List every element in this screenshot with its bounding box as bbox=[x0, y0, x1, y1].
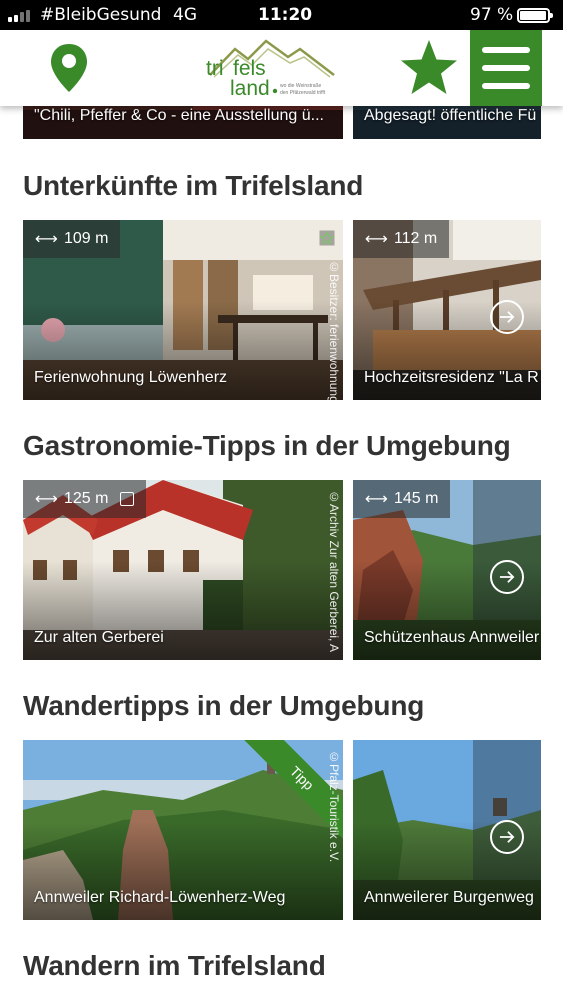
card-title: Schützenhaus Annweiler bbox=[364, 629, 540, 646]
section-title-unterkuenfte: Unterkünfte im Trifelsland bbox=[23, 170, 364, 201]
gastronomy-card[interactable]: ⟷ 145 m Schützenhaus Annweiler bbox=[353, 480, 541, 660]
next-arrow-icon[interactable] bbox=[490, 560, 524, 594]
gastronomy-card[interactable]: ⟷ 125 m ©Archiv Zur alten Gerberei, A Zu… bbox=[23, 480, 343, 660]
location-pin-icon[interactable] bbox=[49, 42, 89, 94]
favorite-star-icon[interactable] bbox=[398, 38, 460, 98]
clock: 11:20 bbox=[258, 5, 313, 25]
card-title: "Chili, Pfeffer & Co - eine Ausstellung … bbox=[34, 107, 324, 124]
hiking-card[interactable]: Tipp ©Pfalz-Touristik e.V. Annweiler Ric… bbox=[23, 740, 343, 920]
card-title: Hochzeitsresidenz "La R bbox=[364, 369, 539, 386]
distance-badge: ⟷ 112 m bbox=[353, 220, 450, 258]
hiking-card[interactable]: Annweilerer Burgenweg bbox=[353, 740, 541, 920]
distance-value: 125 m bbox=[63, 490, 109, 507]
app-header: tri fels land wo die Weinstraße den Pfäl… bbox=[0, 30, 563, 106]
accommodation-card[interactable]: ⟷ 112 m Hochzeitsresidenz "La R bbox=[353, 220, 541, 400]
accommodation-card[interactable]: ⟷ 109 m ©Besitzer: ferienwohnung.d Ferie… bbox=[23, 220, 343, 400]
next-arrow-icon[interactable] bbox=[490, 820, 524, 854]
card-title: Ferienwohnung Löwenherz bbox=[34, 369, 228, 386]
distance-arrow-icon: ⟷ bbox=[35, 491, 58, 508]
battery-icon bbox=[517, 8, 553, 23]
trifelsland-logo[interactable]: tri fels land wo die Weinstraße den Pfäl… bbox=[200, 35, 340, 101]
image-copyright: ©Besitzer: ferienwohnung.d bbox=[327, 260, 341, 400]
favorite-star-outline-icon[interactable] bbox=[319, 230, 335, 246]
card-title: Abgesagt! öffentliche Fü bbox=[364, 107, 537, 124]
distance-arrow-icon: ⟷ bbox=[365, 491, 388, 508]
svg-text:den Pfälzerwald trifft: den Pfälzerwald trifft bbox=[280, 90, 326, 96]
distance-badge: ⟷ 125 m bbox=[23, 480, 147, 518]
network-type: 4G bbox=[173, 5, 197, 25]
section-title-gastronomie: Gastronomie-Tipps in der Umgebung bbox=[23, 430, 511, 461]
svg-text:wo die Weinstraße: wo die Weinstraße bbox=[280, 83, 322, 89]
carrier-label: #BleibGesund bbox=[40, 5, 162, 25]
next-arrow-icon[interactable] bbox=[490, 300, 524, 334]
image-copyright: ©Archiv Zur alten Gerberei, A bbox=[327, 490, 341, 653]
distance-badge: ⟷ 145 m bbox=[353, 480, 451, 518]
status-bar: #BleibGesund 4G 11:20 97 % bbox=[0, 0, 563, 30]
svg-text:tri: tri bbox=[206, 57, 224, 80]
distance-arrow-icon: ⟷ bbox=[365, 231, 388, 248]
calendar-icon bbox=[120, 492, 135, 506]
image-copyright: ©Pfalz-Touristik e.V. bbox=[327, 750, 341, 863]
hamburger-menu-button[interactable] bbox=[470, 30, 542, 106]
card-title: Annweiler Richard-Löwenherz-Weg bbox=[34, 889, 286, 906]
svg-text:land: land bbox=[230, 77, 270, 100]
distance-arrow-icon: ⟷ bbox=[35, 231, 58, 248]
distance-value: 112 m bbox=[393, 230, 438, 247]
card-title: Annweilerer Burgenweg bbox=[364, 889, 534, 906]
distance-value: 145 m bbox=[393, 490, 439, 507]
distance-badge: ⟷ 109 m bbox=[23, 220, 121, 258]
section-title-wandertipps: Wandertipps in der Umgebung bbox=[23, 690, 425, 721]
card-title: Zur alten Gerberei bbox=[34, 629, 164, 646]
distance-value: 109 m bbox=[63, 230, 109, 247]
battery-percent: 97 % bbox=[470, 5, 514, 25]
section-title-wandern: Wandern im Trifelsland bbox=[23, 950, 326, 981]
